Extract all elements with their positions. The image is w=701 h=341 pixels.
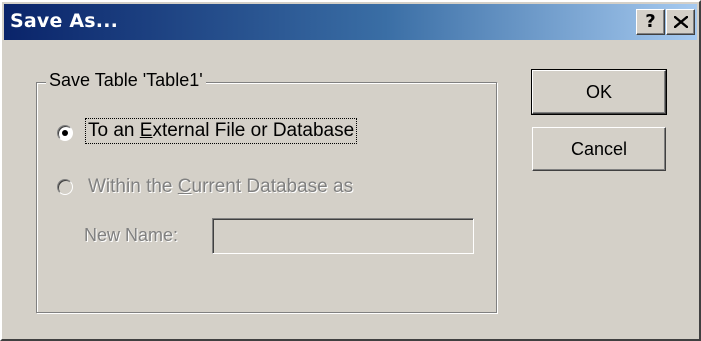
window-title: Save As... xyxy=(10,10,119,32)
close-icon xyxy=(674,16,688,28)
question-mark-icon: ? xyxy=(645,11,656,32)
save-as-dialog: Save As... ? Save Table 'Table1' To an E… xyxy=(0,0,701,341)
title-bar[interactable]: Save As... ? xyxy=(4,4,697,40)
radio-selected-dot xyxy=(62,130,68,136)
new-name-label: New Name: xyxy=(84,225,179,245)
help-button[interactable]: ? xyxy=(636,9,665,35)
group-title: Save Table 'Table1' xyxy=(46,70,206,91)
close-button[interactable] xyxy=(666,9,695,35)
cancel-button[interactable]: Cancel xyxy=(532,127,666,171)
radio-current-database[interactable] xyxy=(57,179,73,195)
option-external-file-label[interactable]: To an External File or Database xyxy=(84,118,358,144)
new-name-input[interactable] xyxy=(212,218,474,254)
radio-external-file[interactable] xyxy=(57,125,73,141)
ok-button[interactable]: OK xyxy=(531,69,667,115)
option-current-database-label[interactable]: Within the Current Database as xyxy=(88,176,353,198)
